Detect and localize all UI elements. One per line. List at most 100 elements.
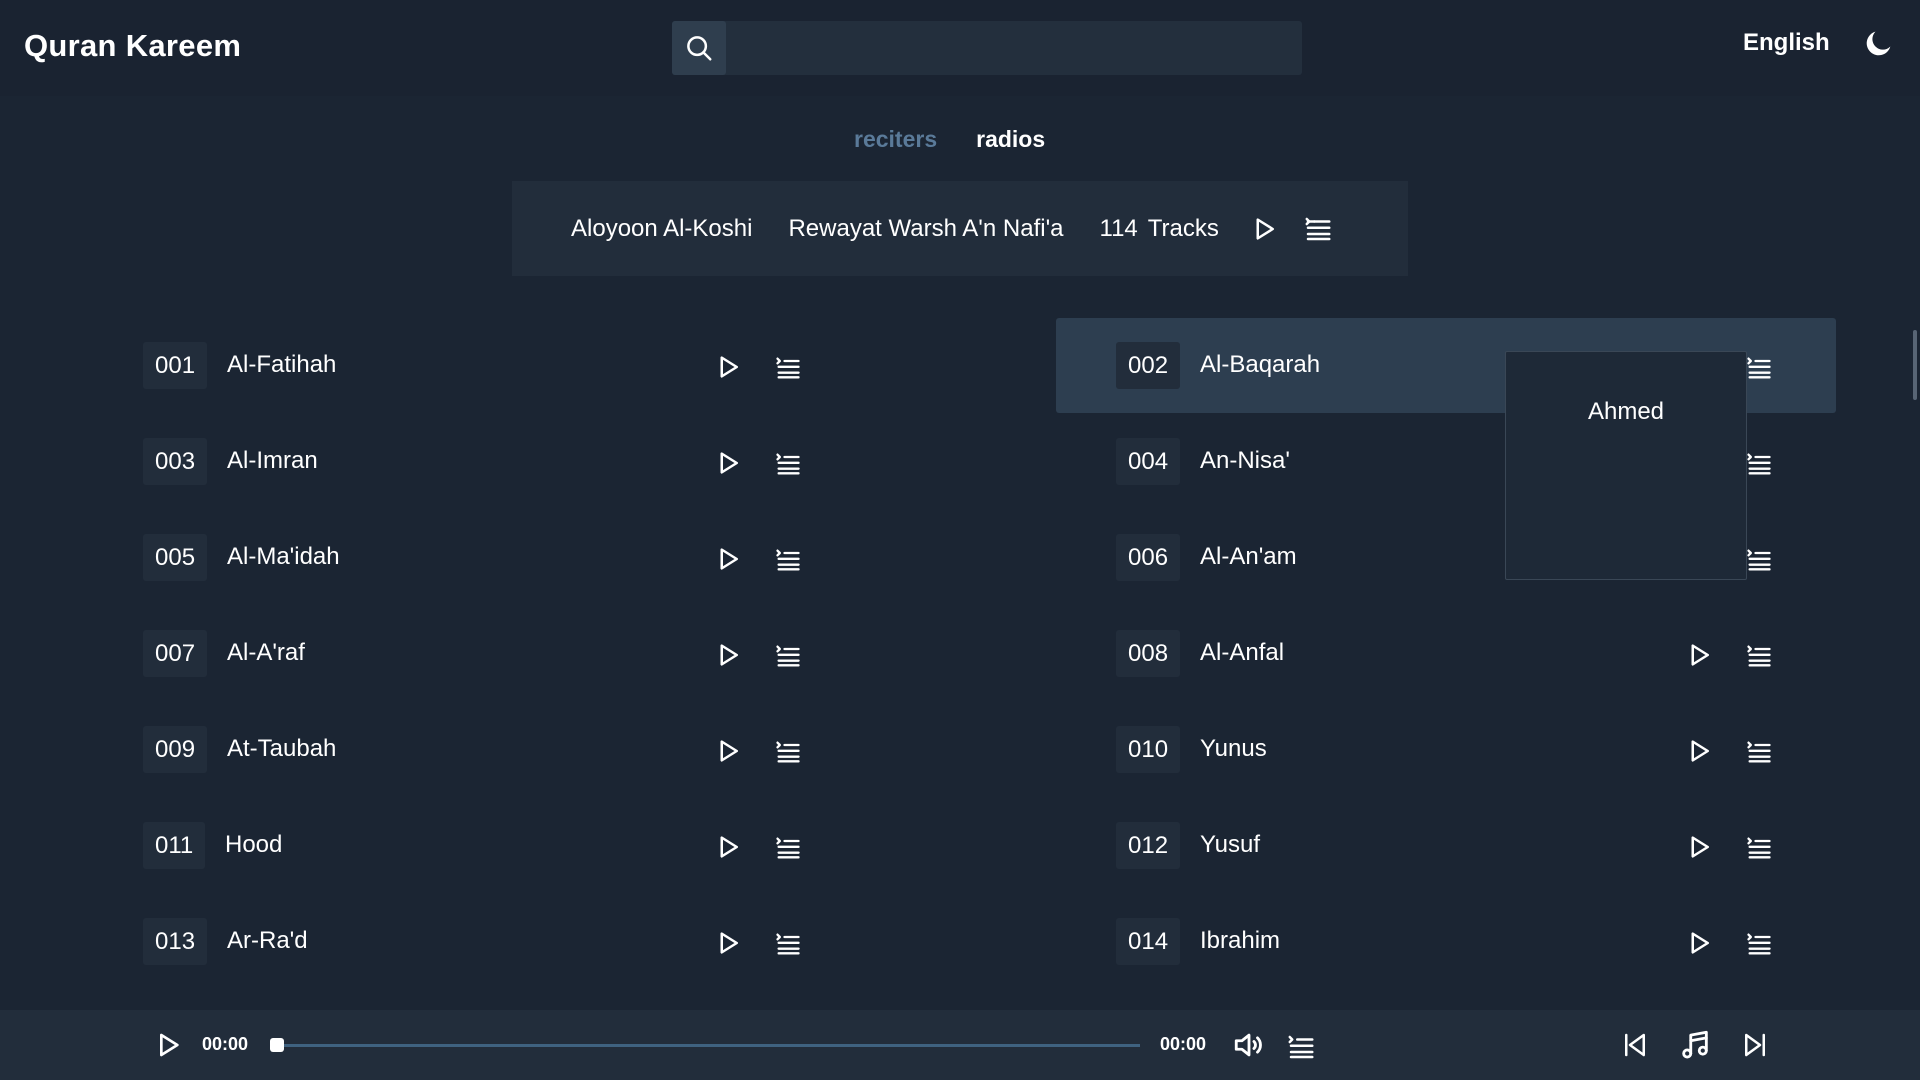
track-title[interactable]: Ar-Ra'd bbox=[227, 927, 308, 955]
track-play-button[interactable] bbox=[713, 736, 743, 766]
track-play-button[interactable] bbox=[1684, 736, 1714, 766]
next-track-button[interactable] bbox=[1740, 1030, 1770, 1060]
track-add-to-queue-button[interactable] bbox=[1744, 738, 1774, 766]
playlist-icon bbox=[1288, 1035, 1314, 1059]
queue-button[interactable] bbox=[1286, 1032, 1316, 1062]
track-add-to-queue-button[interactable] bbox=[1744, 930, 1774, 958]
previous-track-button[interactable] bbox=[1620, 1030, 1650, 1060]
track-play-button[interactable] bbox=[713, 928, 743, 958]
track-add-to-queue-button[interactable] bbox=[773, 930, 803, 958]
track-title[interactable]: Hood bbox=[225, 831, 282, 859]
track-row[interactable]: 009 At-Taubah bbox=[143, 702, 923, 797]
play-icon bbox=[1691, 644, 1709, 666]
reciter-name[interactable]: Aloyoon Al-Koshi bbox=[571, 215, 752, 243]
playlist-icon bbox=[1747, 645, 1771, 667]
skip-next-icon bbox=[1745, 1033, 1765, 1057]
music-note-icon bbox=[1682, 1030, 1708, 1059]
language-switch[interactable]: English bbox=[1743, 29, 1830, 57]
progress-bar[interactable] bbox=[276, 1044, 1140, 1047]
track-number: 011 bbox=[143, 822, 206, 869]
playlist-icon bbox=[1747, 453, 1771, 475]
track-add-to-queue-button[interactable] bbox=[773, 642, 803, 670]
track-number: 005 bbox=[143, 534, 208, 581]
track-row[interactable]: 011 Hood bbox=[143, 798, 923, 893]
search-button[interactable] bbox=[672, 21, 726, 75]
track-row[interactable]: 013 Ar-Ra'd bbox=[143, 894, 923, 989]
track-title[interactable]: Al-Imran bbox=[227, 447, 318, 475]
track-play-button[interactable] bbox=[713, 448, 743, 478]
playlist-icon bbox=[776, 933, 800, 955]
track-row[interactable]: 010 Yunus bbox=[1056, 702, 1836, 797]
page-scrollbar[interactable] bbox=[1913, 330, 1917, 400]
track-add-to-queue-button[interactable] bbox=[1744, 834, 1774, 862]
play-icon bbox=[160, 1033, 179, 1057]
app-title[interactable]: Quran Kareem bbox=[24, 28, 241, 64]
track-row[interactable]: 014 Ibrahim bbox=[1056, 894, 1836, 989]
track-title[interactable]: Al-Fatihah bbox=[227, 351, 336, 379]
playlist-icon bbox=[776, 741, 800, 763]
track-add-to-queue-button[interactable] bbox=[1744, 450, 1774, 478]
now-playing-button[interactable] bbox=[1678, 1028, 1712, 1062]
track-number: 003 bbox=[143, 438, 208, 485]
track-row[interactable]: 001 Al-Fatihah bbox=[143, 318, 923, 413]
track-add-to-queue-button[interactable] bbox=[773, 546, 803, 574]
play-icon bbox=[1691, 932, 1709, 954]
track-play-button[interactable] bbox=[1684, 832, 1714, 862]
play-all-button[interactable] bbox=[1249, 214, 1279, 244]
track-add-to-queue-button[interactable] bbox=[773, 450, 803, 478]
track-play-button[interactable] bbox=[713, 352, 743, 382]
playlist-icon bbox=[776, 549, 800, 571]
track-add-to-queue-button[interactable] bbox=[1744, 546, 1774, 574]
track-play-button[interactable] bbox=[1684, 640, 1714, 670]
progress-thumb[interactable] bbox=[270, 1038, 284, 1052]
track-title[interactable]: Al-An'am bbox=[1200, 543, 1297, 571]
track-play-button[interactable] bbox=[1684, 928, 1714, 958]
playlist-icon bbox=[776, 453, 800, 475]
add-all-to-queue-button[interactable] bbox=[1303, 214, 1333, 244]
theme-toggle-button[interactable] bbox=[1862, 26, 1896, 60]
track-row[interactable]: 008 Al-Anfal bbox=[1056, 606, 1836, 701]
play-icon bbox=[720, 452, 738, 474]
tab-reciters[interactable]: reciters bbox=[854, 126, 937, 153]
track-title[interactable]: An-Nisa' bbox=[1200, 447, 1290, 475]
track-row[interactable]: 003 Al-Imran bbox=[143, 414, 923, 509]
playlist-icon bbox=[776, 645, 800, 667]
track-add-to-queue-button[interactable] bbox=[773, 354, 803, 382]
track-title[interactable]: Al-A'raf bbox=[227, 639, 305, 667]
track-number: 009 bbox=[143, 726, 208, 773]
tracks-label: Tracks bbox=[1147, 214, 1219, 242]
tab-radios[interactable]: radios bbox=[976, 126, 1045, 153]
playlist-icon bbox=[1305, 217, 1331, 240]
track-title[interactable]: Ibrahim bbox=[1200, 927, 1280, 955]
track-title[interactable]: Al-Anfal bbox=[1200, 639, 1284, 667]
dropdown-item[interactable]: Ahmed bbox=[1506, 398, 1746, 426]
track-number: 013 bbox=[143, 918, 208, 965]
playlist-icon bbox=[776, 837, 800, 859]
current-time: 00:00 bbox=[202, 1034, 249, 1054]
track-add-to-queue-button[interactable] bbox=[1744, 642, 1774, 670]
track-title[interactable]: Al-Baqarah bbox=[1200, 351, 1320, 379]
track-play-button[interactable] bbox=[713, 640, 743, 670]
track-add-to-queue-button[interactable] bbox=[773, 738, 803, 766]
track-title[interactable]: Yunus bbox=[1200, 735, 1267, 763]
track-number: 012 bbox=[1116, 822, 1181, 869]
track-row[interactable]: 005 Al-Ma'idah bbox=[143, 510, 923, 605]
volume-button[interactable] bbox=[1232, 1028, 1266, 1062]
track-title[interactable]: Yusuf bbox=[1200, 831, 1260, 859]
playlist-icon bbox=[1747, 933, 1771, 955]
track-add-to-queue-button[interactable] bbox=[773, 834, 803, 862]
track-title[interactable]: At-Taubah bbox=[227, 735, 336, 763]
track-play-button[interactable] bbox=[713, 544, 743, 574]
track-number: 004 bbox=[1116, 438, 1181, 485]
track-play-button[interactable] bbox=[713, 832, 743, 862]
top-header: Quran Kareem English bbox=[0, 0, 1920, 96]
track-row[interactable]: 007 Al-A'raf bbox=[143, 606, 923, 701]
track-add-to-queue-button[interactable] bbox=[1744, 354, 1774, 382]
skip-previous-icon bbox=[1625, 1033, 1645, 1057]
track-number: 007 bbox=[143, 630, 208, 677]
track-title[interactable]: Al-Ma'idah bbox=[227, 543, 340, 571]
rewaya-name: Rewayat Warsh A'n Nafi'a bbox=[788, 214, 1064, 242]
search-input[interactable] bbox=[726, 21, 1302, 75]
track-row[interactable]: 012 Yusuf bbox=[1056, 798, 1836, 893]
player-play-button[interactable] bbox=[152, 1029, 184, 1061]
